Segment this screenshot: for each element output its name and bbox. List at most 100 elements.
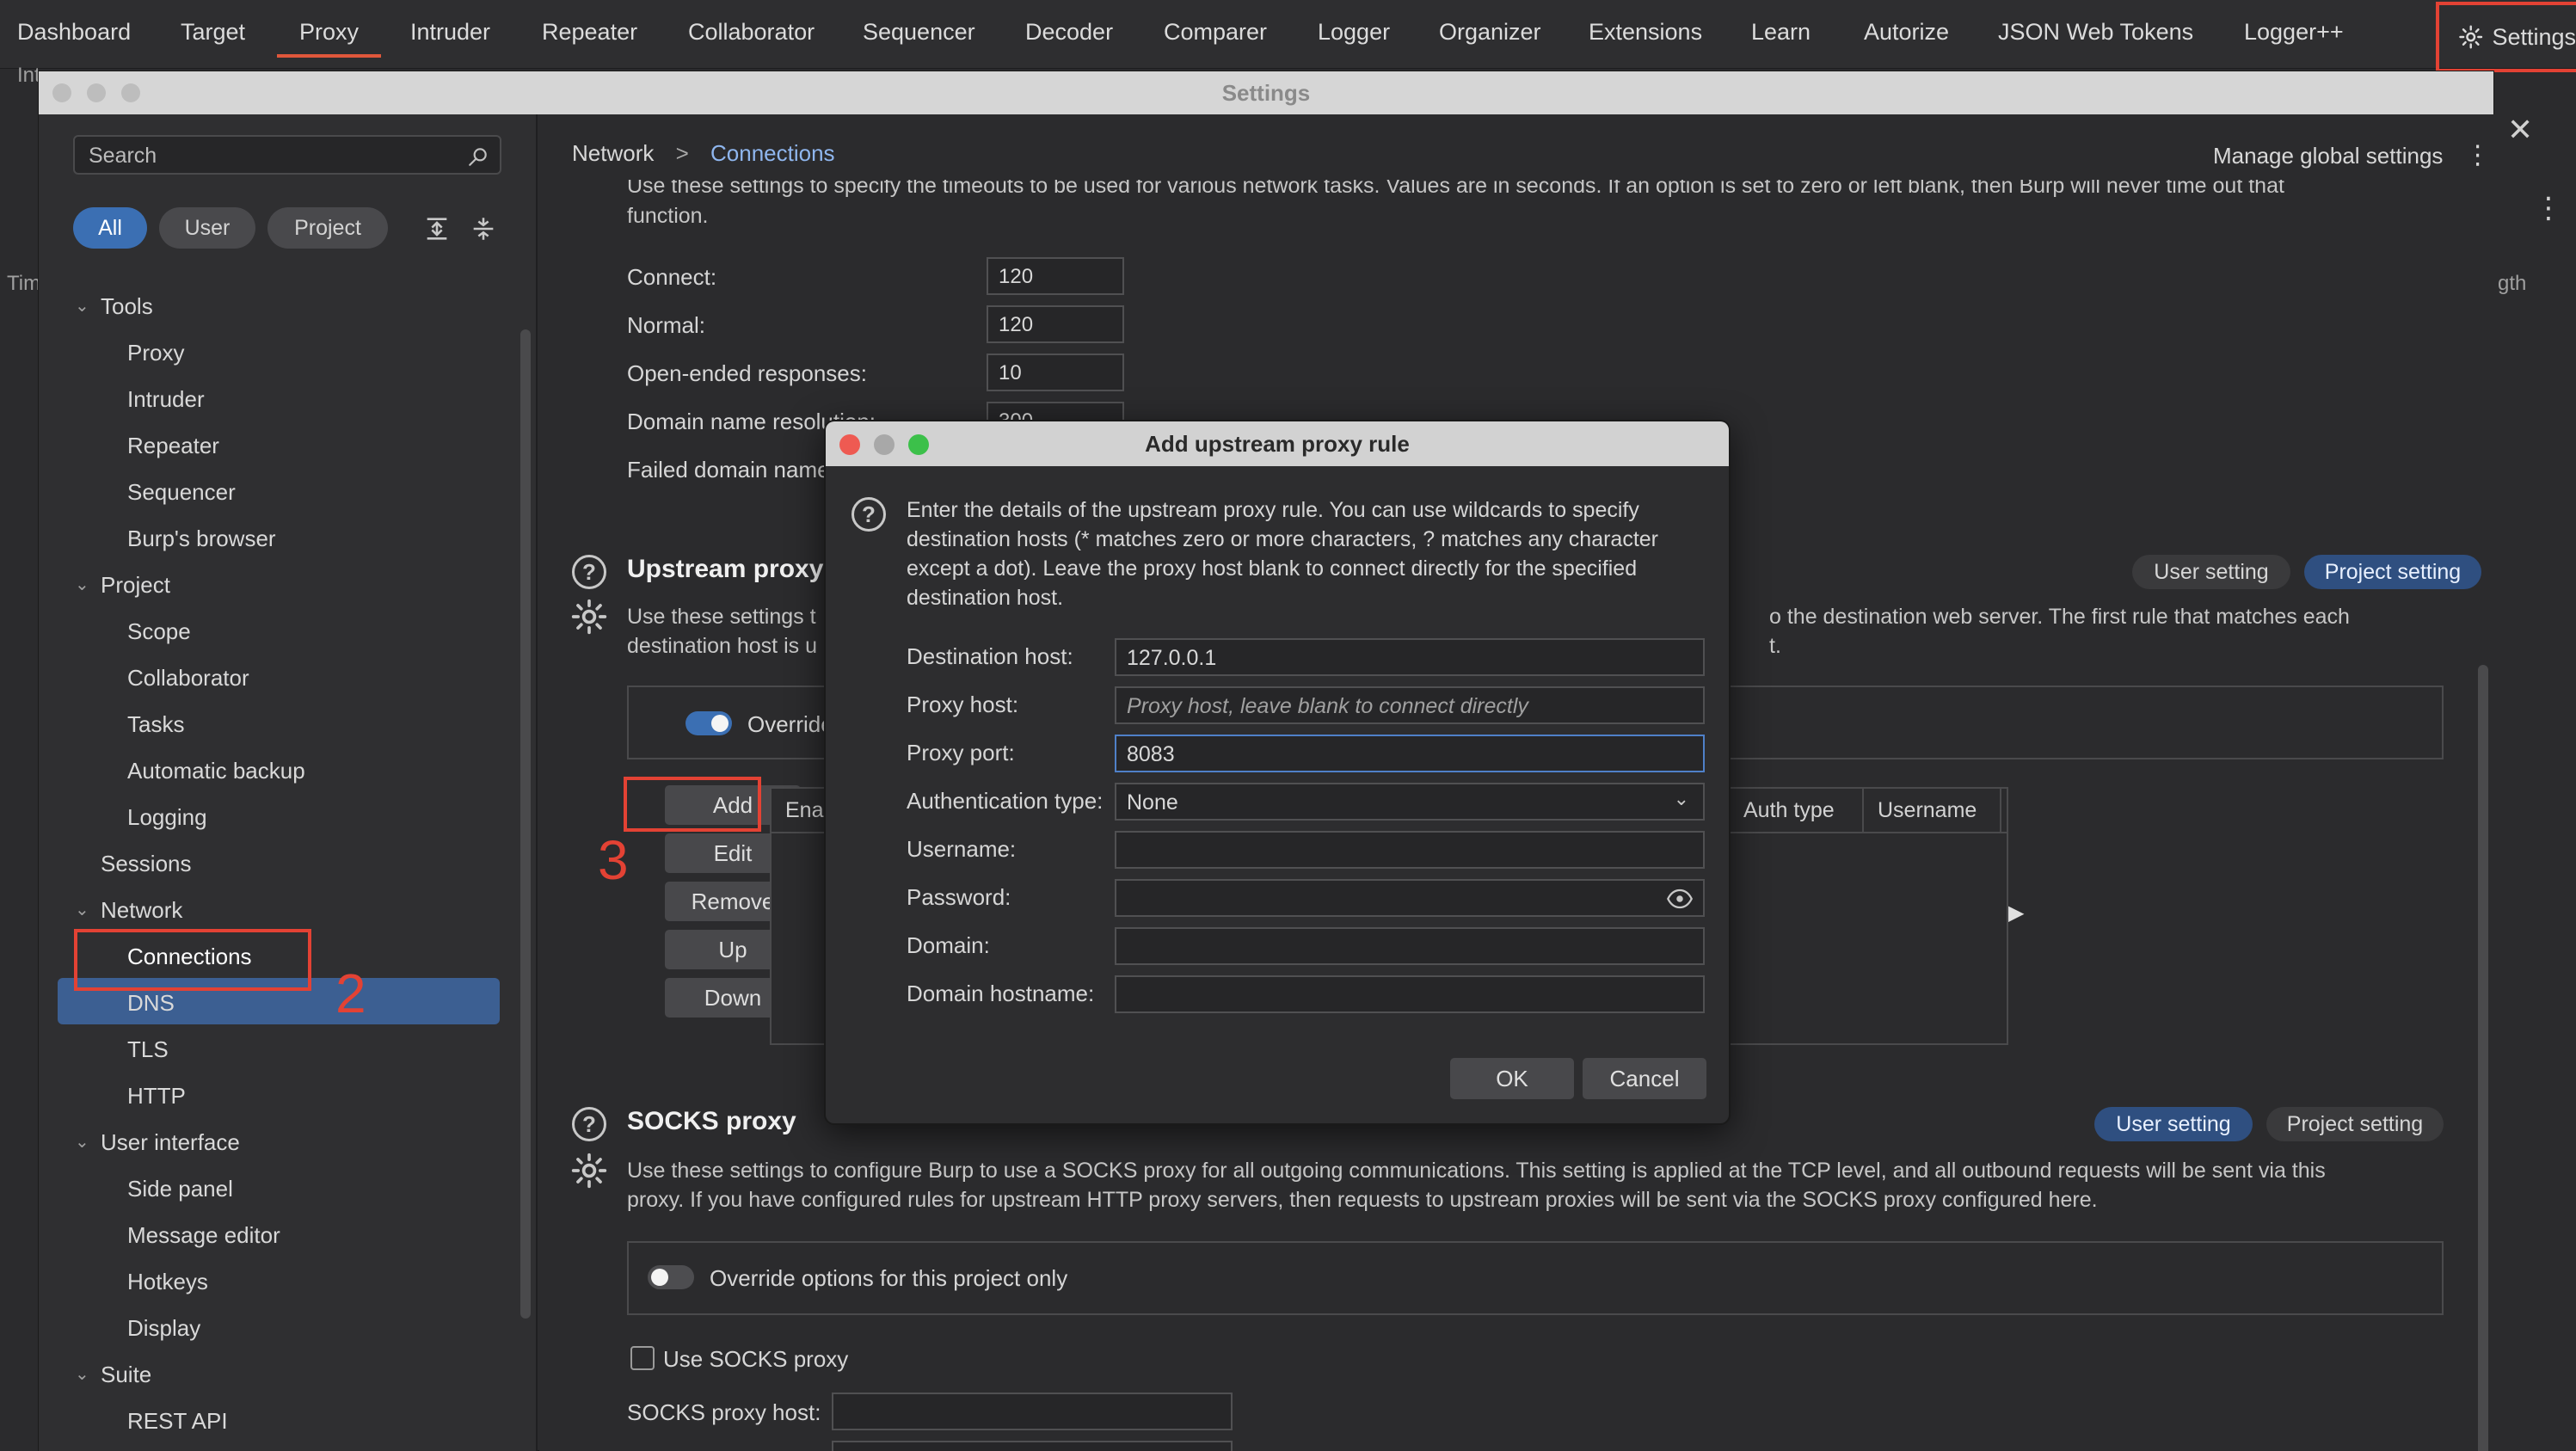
- sidebar-item-side-panel[interactable]: Side panel: [127, 1176, 233, 1202]
- socks-override-toggle[interactable]: [648, 1265, 694, 1289]
- settings-search-input[interactable]: Search: [73, 135, 501, 175]
- use-socks-checkbox[interactable]: [630, 1346, 655, 1370]
- auth-type-label: Authentication type:: [907, 788, 1104, 814]
- tab-repeater[interactable]: Repeater: [542, 19, 637, 46]
- username-input[interactable]: [1115, 831, 1705, 869]
- upstream-user-setting-pill[interactable]: User setting: [2132, 555, 2290, 589]
- tab-comparer[interactable]: Comparer: [1164, 19, 1267, 46]
- tab-proxy[interactable]: Proxy: [276, 19, 382, 58]
- upstream-project-setting-pill[interactable]: Project setting: [2304, 555, 2481, 589]
- socks-user-setting-pill[interactable]: User setting: [2094, 1107, 2253, 1141]
- sidebar-item-intruder[interactable]: Intruder: [127, 386, 205, 413]
- socks-override-label: Override options for this project only: [710, 1265, 1068, 1291]
- sidebar-item-message-editor[interactable]: Message editor: [127, 1222, 280, 1249]
- tab-collaborator[interactable]: Collaborator: [688, 19, 815, 46]
- filter-project[interactable]: Project: [267, 207, 388, 249]
- normal-timeout-input[interactable]: 120: [987, 305, 1124, 343]
- filter-user[interactable]: User: [159, 207, 255, 249]
- help-icon[interactable]: ?: [572, 555, 606, 589]
- tab-decoder[interactable]: Decoder: [1025, 19, 1113, 46]
- auth-type-select[interactable]: None ⌄: [1115, 783, 1705, 821]
- password-input[interactable]: [1115, 879, 1705, 917]
- tab-organizer[interactable]: Organizer: [1439, 19, 1541, 46]
- socks-host-input[interactable]: [832, 1393, 1233, 1430]
- tab-json-web-tokens[interactable]: JSON Web Tokens: [1998, 19, 2193, 46]
- proxy-port-input[interactable]: 8083: [1115, 735, 1705, 772]
- sidebar-group-tools[interactable]: ⌄ Tools: [75, 293, 153, 320]
- open-ended-timeout-input[interactable]: 10: [987, 354, 1124, 391]
- socks-port-input[interactable]: [832, 1441, 1233, 1451]
- column-header-username[interactable]: Username: [1864, 789, 2001, 832]
- manage-global-settings-link[interactable]: Manage global settings ⋮: [2213, 140, 2491, 170]
- main-scrollbar[interactable]: [2478, 665, 2488, 1451]
- sidebar-item-scope[interactable]: Scope: [127, 618, 191, 645]
- sidebar-item-tls[interactable]: TLS: [127, 1036, 169, 1063]
- open-ended-label: Open-ended responses:: [627, 360, 867, 386]
- upstream-override-toggle[interactable]: [685, 711, 732, 735]
- dialog-close-dot[interactable]: [839, 434, 860, 455]
- close-icon[interactable]: ✕: [2507, 112, 2533, 148]
- cancel-button[interactable]: Cancel: [1583, 1058, 1706, 1099]
- sidebar-item-logging[interactable]: Logging: [127, 804, 207, 831]
- proxy-host-input[interactable]: Proxy host, leave blank to connect direc…: [1115, 686, 1705, 724]
- expand-right-icon[interactable]: ▶: [2008, 901, 2024, 925]
- tab-logger-plus-plus[interactable]: Logger++: [2244, 19, 2344, 46]
- annotation-box-connections: [74, 929, 311, 991]
- destination-host-input[interactable]: 127.0.0.1: [1115, 638, 1705, 676]
- window-maximize-dot[interactable]: [121, 83, 140, 102]
- kebab-menu-icon[interactable]: ⋮: [2534, 191, 2563, 225]
- sidebar-item-sessions[interactable]: Sessions: [101, 851, 192, 877]
- sidebar-item-http[interactable]: HTTP: [127, 1083, 186, 1110]
- tab-extensions[interactable]: Extensions: [1589, 19, 1702, 46]
- sidebar-group-project[interactable]: ⌄ Project: [75, 572, 170, 599]
- tab-intruder[interactable]: Intruder: [410, 19, 490, 46]
- sidebar-item-display[interactable]: Display: [127, 1315, 200, 1342]
- upstream-description-left-2: destination host is u: [627, 634, 817, 658]
- sidebar-item-dns[interactable]: DNS: [127, 990, 175, 1017]
- tab-dashboard[interactable]: Dashboard: [17, 19, 131, 46]
- sidebar-group-user-interface[interactable]: ⌄ User interface: [75, 1129, 240, 1156]
- window-close-dot[interactable]: [52, 83, 71, 102]
- tab-learn[interactable]: Learn: [1751, 19, 1811, 46]
- socks-project-setting-pill[interactable]: Project setting: [2266, 1107, 2444, 1141]
- ok-button[interactable]: OK: [1450, 1058, 1574, 1099]
- filter-all[interactable]: All: [73, 207, 147, 249]
- tab-autorize[interactable]: Autorize: [1864, 19, 1949, 46]
- tab-target[interactable]: Target: [181, 19, 245, 46]
- timeouts-description-cut: Use these settings to specify the timeou…: [627, 180, 2284, 198]
- sidebar-scrollbar[interactable]: [520, 329, 531, 1319]
- breadcrumb-parent[interactable]: Network: [572, 140, 654, 166]
- sidebar-group-network[interactable]: ⌄ Network: [75, 897, 182, 924]
- eye-icon[interactable]: [1667, 888, 1693, 910]
- breadcrumb-current: Connections: [710, 140, 835, 166]
- expand-all-icon[interactable]: [422, 214, 452, 243]
- sidebar-item-collaborator[interactable]: Collaborator: [127, 665, 249, 692]
- sidebar-item-sequencer[interactable]: Sequencer: [127, 479, 236, 506]
- dialog-maximize-dot[interactable]: [908, 434, 929, 455]
- gear-icon[interactable]: [570, 1152, 608, 1190]
- column-header-auth-type[interactable]: Auth type: [1730, 789, 1864, 832]
- sidebar-item-repeater[interactable]: Repeater: [127, 433, 219, 459]
- sidebar-group-suite[interactable]: ⌄ Suite: [75, 1362, 151, 1388]
- tab-sequencer[interactable]: Sequencer: [863, 19, 975, 46]
- sidebar-item-automatic-backup[interactable]: Automatic backup: [127, 758, 305, 784]
- kebab-menu-icon[interactable]: ⋮: [2465, 141, 2491, 169]
- username-label: Username:: [907, 836, 1017, 862]
- collapse-all-icon[interactable]: [469, 214, 498, 243]
- window-minimize-dot[interactable]: [87, 83, 106, 102]
- sidebar-item-hotkeys[interactable]: Hotkeys: [127, 1269, 208, 1295]
- settings-button[interactable]: Settings: [2436, 2, 2576, 72]
- gear-icon[interactable]: [570, 598, 608, 636]
- domain-input[interactable]: [1115, 927, 1705, 965]
- dialog-minimize-dot[interactable]: [874, 434, 895, 455]
- connect-timeout-input[interactable]: 120: [987, 257, 1124, 295]
- sidebar-item-proxy[interactable]: Proxy: [127, 340, 184, 366]
- sidebar-item-tasks[interactable]: Tasks: [127, 711, 184, 738]
- sidebar-item-burps-browser[interactable]: Burp's browser: [127, 526, 276, 552]
- help-icon[interactable]: ?: [572, 1107, 606, 1141]
- dialog-title: Add upstream proxy rule: [1145, 431, 1410, 457]
- password-label: Password:: [907, 884, 1011, 910]
- tab-logger[interactable]: Logger: [1318, 19, 1390, 46]
- sidebar-item-rest-api[interactable]: REST API: [127, 1408, 228, 1435]
- domain-hostname-input[interactable]: [1115, 975, 1705, 1013]
